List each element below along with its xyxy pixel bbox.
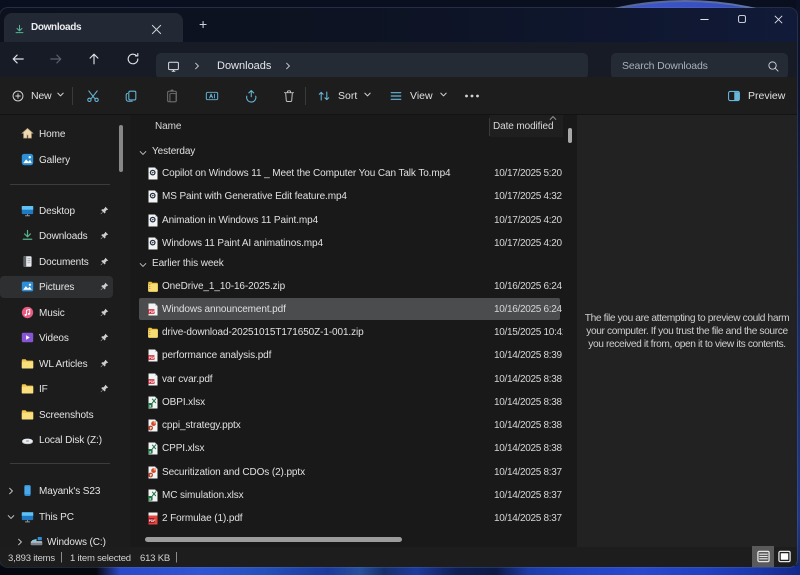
svg-text:PDF: PDF (149, 356, 156, 360)
svg-text:PDF: PDF (149, 380, 156, 384)
svg-text:PDF: PDF (149, 519, 156, 523)
svg-text:PDF: PDF (149, 310, 156, 314)
svg-text:x: x (149, 497, 151, 501)
svg-text:x: x (149, 404, 151, 408)
svg-text:x: x (149, 450, 151, 454)
